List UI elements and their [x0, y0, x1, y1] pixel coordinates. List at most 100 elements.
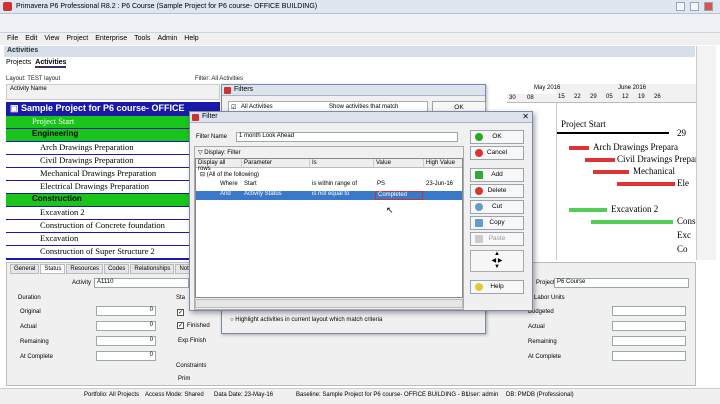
close-button[interactable] [704, 2, 713, 11]
all-activities-checkbox[interactable]: ☑ [231, 104, 236, 111]
horizontal-scrollbar[interactable] [195, 299, 463, 308]
gantt-label: Civil Drawings Prepar [617, 154, 698, 164]
gantt-bar [585, 158, 615, 162]
tab-status[interactable]: Status [40, 264, 66, 274]
started-checkbox[interactable]: ✓ [177, 309, 184, 316]
project-field[interactable]: P6 Course [554, 278, 689, 288]
list-item[interactable]: Construction of Super Structure 2 [6, 246, 220, 258]
table-row-selected[interactable]: And Activity Status is not equal to Comp… [196, 191, 462, 200]
list-item[interactable]: Electrical Drawings Preparation [6, 181, 220, 193]
tab-resources[interactable]: Resources [66, 264, 104, 274]
ok-button[interactable]: OK [470, 130, 524, 144]
gantt-bar [617, 182, 675, 186]
header-display[interactable]: Display all rows [196, 159, 242, 172]
list-item[interactable]: Civil Drawings Preparation [6, 155, 220, 167]
help-button[interactable]: Help [470, 280, 524, 294]
move-arrows[interactable]: ▲ ◀ ▶ ▼ [470, 250, 524, 272]
menu-help[interactable]: Help [184, 35, 198, 42]
header-high-value[interactable]: High Value [424, 159, 462, 168]
cut-button[interactable]: Cut [470, 200, 524, 214]
tab-projects[interactable]: Projects [6, 59, 31, 66]
labor-remaining-field[interactable] [612, 336, 686, 346]
menu-edit[interactable]: Edit [25, 35, 37, 42]
minimize-button[interactable] [676, 2, 685, 11]
tab-activities[interactable]: Activities [35, 59, 67, 68]
original-duration-field[interactable]: 0 [96, 306, 156, 316]
header-value[interactable]: Value [374, 159, 424, 168]
actual-duration-field[interactable]: 0 [96, 321, 156, 331]
cancel-button[interactable]: Cancel [470, 146, 524, 160]
cell-value-editor[interactable]: Completed [375, 191, 423, 200]
list-item[interactable]: Project Start [6, 116, 220, 128]
table-row[interactable]: ⊟ (All of the following) [200, 171, 259, 178]
gantt-label: Ele [677, 178, 689, 188]
header-parameter[interactable]: Parameter [242, 159, 310, 168]
match-label: Show activities that match [329, 104, 399, 110]
copy-button[interactable]: Copy [470, 216, 524, 230]
list-item[interactable]: Construction [6, 194, 220, 206]
labor-at-complete-field[interactable] [612, 351, 686, 361]
close-icon[interactable]: ✕ [522, 112, 529, 121]
budgeted-field[interactable] [612, 306, 686, 316]
copy-label: Copy [489, 219, 505, 226]
delete-button[interactable]: Delete [470, 184, 524, 198]
gantt-chart[interactable]: Project Start 29 Arch Drawings Prepara C… [556, 84, 706, 260]
display-filter-label: ▽ Display: Filter [198, 150, 241, 156]
activity-id-field[interactable]: A1110 [94, 278, 189, 288]
at-complete-duration-field[interactable]: 0 [96, 351, 156, 361]
project-row[interactable]: ▣ Sample Project for P6 course- OFFICE [6, 102, 220, 116]
labor-actual-field[interactable] [612, 321, 686, 331]
toolbar [0, 14, 720, 33]
list-item[interactable]: Excavation 2 [6, 207, 220, 219]
status-bar: Portfolio: All Projects Access Mode: Sha… [0, 388, 720, 404]
filter-name-field[interactable]: 1 month Look Ahead [236, 132, 458, 142]
tab-codes[interactable]: Codes [104, 264, 130, 274]
menu-enterprise[interactable]: Enterprise [95, 35, 127, 42]
list-item[interactable]: Excavation [6, 233, 220, 245]
day-label: 19 [638, 94, 645, 100]
activity-name-header[interactable]: Activity Name [10, 86, 47, 92]
layout-label[interactable]: Layout: TEST layout [6, 76, 60, 82]
remaining-duration-field[interactable]: 0 [96, 336, 156, 346]
tab-general[interactable]: General [10, 264, 40, 274]
menu-tools[interactable]: Tools [134, 35, 150, 42]
list-item[interactable]: Arch Drawings Preparation [6, 142, 220, 154]
filter-label[interactable]: Filter: All Activities [195, 76, 243, 82]
day-label: 12 [622, 94, 629, 100]
baseline-status: Baseline: Sample Project for P6 course- … [296, 392, 469, 398]
menu-view[interactable]: View [44, 35, 59, 42]
filter-criteria-panel: ▽ Display: Filter Display all rows Param… [194, 146, 464, 310]
gantt-label: Exc [677, 230, 691, 240]
menu-project[interactable]: Project [66, 35, 88, 42]
maximize-button[interactable] [690, 2, 699, 11]
paste-label: Paste [488, 235, 506, 242]
row-text: Electrical Drawings Preparation [40, 181, 150, 191]
project-label: Project [536, 280, 555, 286]
month-label: May 2016 [534, 85, 561, 91]
ok-label: OK [454, 104, 464, 111]
finished-checkbox[interactable]: ✓ [177, 322, 184, 329]
tab-relationships[interactable]: Relationships [130, 264, 175, 274]
menu-admin[interactable]: Admin [157, 35, 177, 42]
highlight-option[interactable]: ○ Highlight activities in current layout… [230, 317, 382, 323]
day-label: 22 [574, 94, 581, 100]
activities-header: Activities [4, 46, 695, 57]
project-name: Sample Project for P6 course- OFFICE [21, 103, 185, 113]
menu-bar: File Edit View Project Enterprise Tools Admin H… [0, 33, 720, 45]
day-label: 05 [606, 94, 613, 100]
cell-value: PS [377, 181, 386, 187]
gantt-label: Co [677, 244, 688, 254]
paste-button[interactable]: Paste [470, 232, 524, 246]
right-scrollbar[interactable] [696, 46, 716, 260]
add-button[interactable]: Add [470, 168, 524, 182]
list-item[interactable]: Construction of Concrete foundation [6, 220, 220, 232]
row-text: Construction of Super Structure 2 [40, 246, 155, 256]
list-item[interactable]: Mechanical Drawings Preparation [6, 168, 220, 180]
table-row[interactable]: Where Start is within range of PS 23-Jun… [196, 181, 462, 190]
labor-units-label: Labor Units [534, 295, 565, 301]
menu-file[interactable]: File [7, 35, 18, 42]
gantt-timescale: May 2016 June 2016 15 22 29 05 12 19 26 [534, 84, 696, 103]
row-text: Project Start [32, 116, 75, 126]
list-item[interactable]: Engineering [6, 129, 220, 141]
header-is[interactable]: Is [310, 159, 374, 168]
